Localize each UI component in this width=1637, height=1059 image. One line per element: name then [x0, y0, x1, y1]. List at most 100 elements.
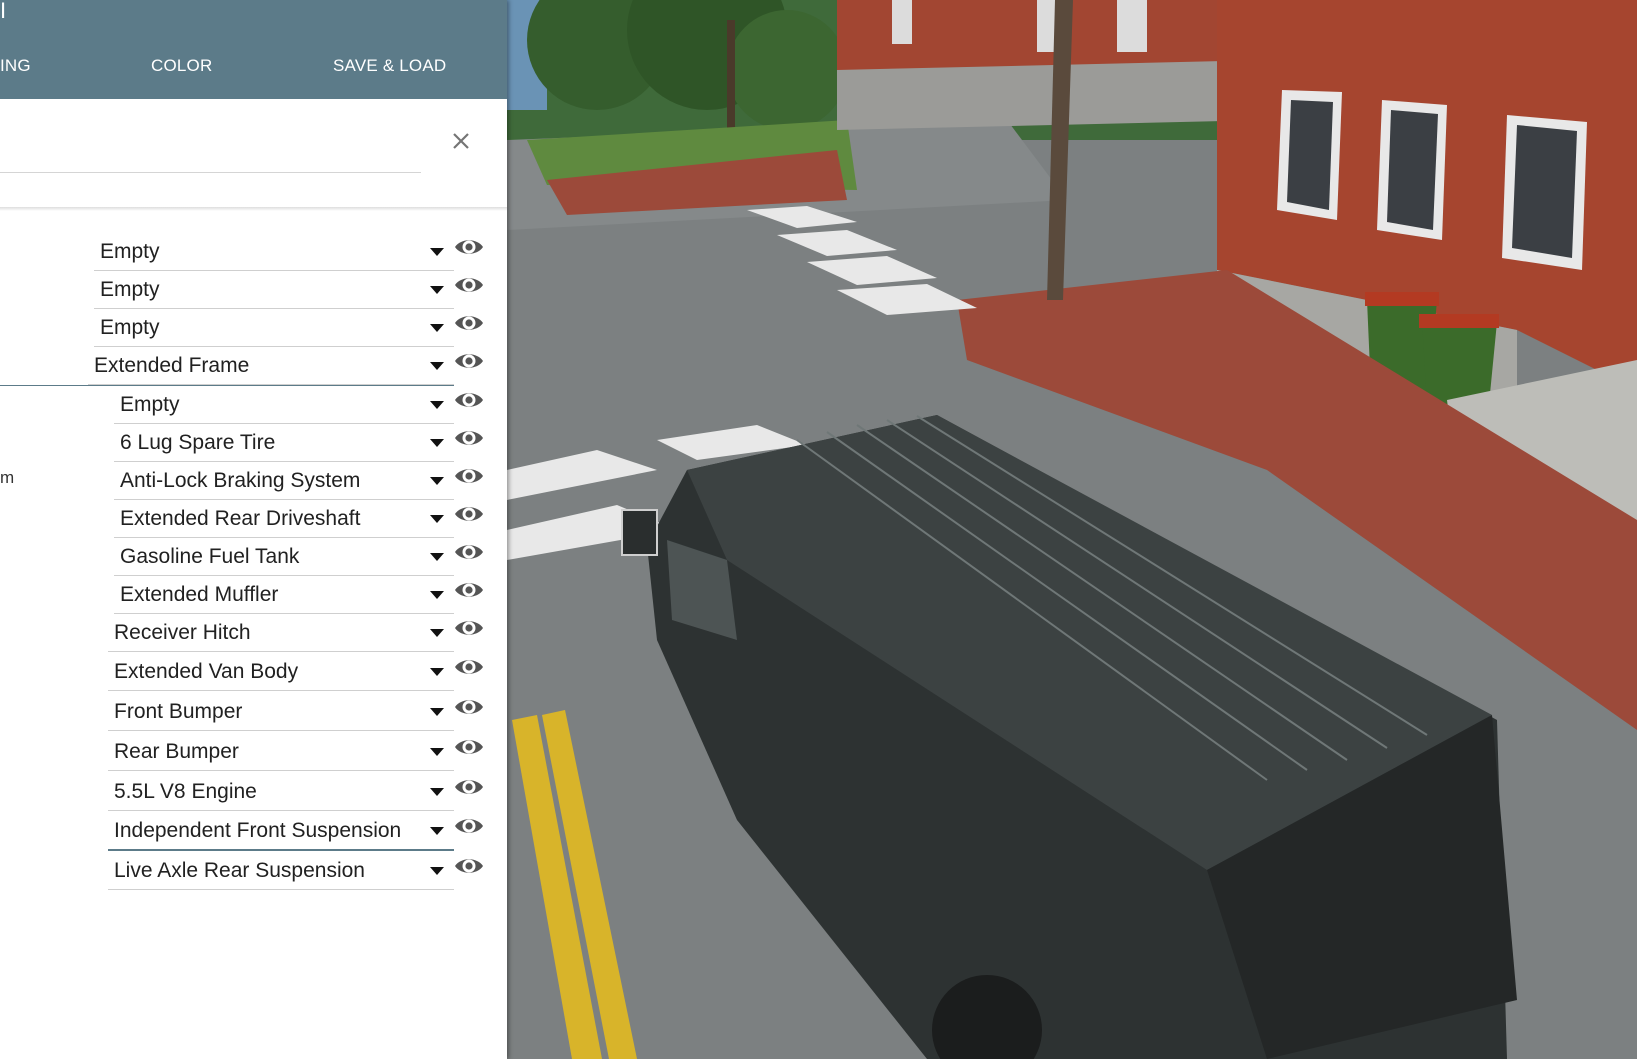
close-button[interactable] — [444, 124, 478, 158]
caret-down-icon — [430, 748, 444, 756]
slot-row: Live Axle Rear Suspension — [0, 853, 507, 893]
slot-row: Extended Rear Driveshaft — [0, 501, 507, 541]
tab-tuning[interactable]: ING — [0, 56, 31, 76]
slot-row: Independent Front Suspension — [0, 813, 507, 853]
part-select-dropdown[interactable]: Live Axle Rear Suspension — [108, 853, 454, 890]
caret-down-icon — [430, 668, 444, 676]
eye-icon[interactable] — [454, 427, 484, 449]
part-select-value: 5.5L V8 Engine — [114, 780, 257, 803]
part-select-value: Extended Rear Driveshaft — [120, 507, 361, 530]
panel-header: I ING COLOR SAVE & LOAD — [0, 0, 507, 99]
part-select-dropdown[interactable]: Extended Muffler — [114, 577, 454, 614]
eye-icon[interactable] — [454, 736, 484, 758]
caret-down-icon — [430, 286, 444, 294]
part-select-value: Anti-Lock Braking System — [120, 469, 361, 492]
part-select-value: Independent Front Suspension — [114, 819, 402, 842]
part-select-value: Gasoline Fuel Tank — [120, 545, 300, 568]
slot-row: Empty — [0, 310, 507, 350]
caret-down-icon — [430, 867, 444, 875]
search-input[interactable] — [0, 120, 421, 172]
part-select-dropdown[interactable]: 6 Lug Spare Tire — [114, 425, 454, 462]
part-select-value: Front Bumper — [114, 700, 243, 723]
eye-icon[interactable] — [454, 503, 484, 525]
part-select-dropdown[interactable]: Independent Front Suspension — [108, 813, 454, 851]
parts-config-panel: I ING COLOR SAVE & LOAD Empty Empty Empty E… — [0, 0, 507, 1059]
caret-down-icon — [430, 515, 444, 523]
part-select-value: Empty — [120, 393, 180, 416]
tab-color[interactable]: COLOR — [151, 56, 212, 76]
slot-row: Extended Muffler — [0, 577, 507, 617]
part-select-dropdown[interactable]: Receiver Hitch — [108, 615, 454, 652]
street-scene-image — [507, 0, 1637, 1059]
caret-down-icon — [430, 401, 444, 409]
close-icon — [453, 133, 469, 149]
caret-down-icon — [430, 788, 444, 796]
part-select-dropdown[interactable]: Anti-Lock Braking System — [114, 463, 454, 500]
caret-down-icon — [430, 553, 444, 561]
part-select-value: 6 Lug Spare Tire — [120, 431, 276, 454]
part-select-value: Empty — [100, 278, 160, 301]
caret-down-icon — [430, 439, 444, 447]
slot-row: Front Bumper — [0, 694, 507, 734]
eye-icon[interactable] — [454, 541, 484, 563]
part-select-value: Receiver Hitch — [114, 621, 251, 644]
part-select-value: Live Axle Rear Suspension — [114, 859, 365, 882]
eye-icon[interactable] — [454, 815, 484, 837]
part-select-dropdown[interactable]: Extended Van Body — [108, 654, 454, 691]
part-select-dropdown[interactable]: Empty — [94, 272, 454, 309]
eye-icon[interactable] — [454, 465, 484, 487]
slot-row: Empty — [0, 234, 507, 274]
part-select-dropdown[interactable]: Rear Bumper — [108, 734, 454, 771]
slot-label: m — [0, 468, 15, 487]
slot-row: 5.5L V8 Engine — [0, 774, 507, 814]
eye-icon[interactable] — [454, 312, 484, 334]
slot-row: Rear Bumper — [0, 734, 507, 774]
caret-down-icon — [430, 324, 444, 332]
part-select-value: Extended Van Body — [114, 660, 299, 683]
caret-down-icon — [430, 591, 444, 599]
part-select-dropdown[interactable]: Extended Rear Driveshaft — [114, 501, 454, 538]
caret-down-icon — [430, 248, 444, 256]
caret-down-icon — [430, 362, 444, 370]
part-select-value: Extended Muffler — [120, 583, 279, 606]
caret-down-icon — [430, 477, 444, 485]
part-select-dropdown[interactable]: Extended Frame — [88, 348, 454, 385]
eye-icon[interactable] — [454, 350, 484, 372]
part-select-value: Extended Frame — [94, 354, 250, 377]
eye-icon[interactable] — [454, 776, 484, 798]
slot-row: Receiver Hitch — [0, 615, 507, 655]
caret-down-icon — [430, 629, 444, 637]
slot-row: Empty — [0, 272, 507, 312]
part-select-dropdown[interactable]: Front Bumper — [108, 694, 454, 731]
part-select-value: Empty — [100, 240, 160, 263]
part-select-dropdown[interactable]: Gasoline Fuel Tank — [114, 539, 454, 576]
part-select-value: Empty — [100, 316, 160, 339]
eye-icon[interactable] — [454, 579, 484, 601]
eye-icon[interactable] — [454, 389, 484, 411]
eye-icon[interactable] — [454, 656, 484, 678]
divider — [0, 207, 507, 211]
eye-icon[interactable] — [454, 236, 484, 258]
slot-row: 6 Lug Spare Tire — [0, 425, 507, 465]
part-select-dropdown[interactable]: Empty — [94, 310, 454, 347]
slot-row: Extended Van Body — [0, 654, 507, 694]
slot-row: Extended Frame — [0, 348, 507, 388]
eye-icon[interactable] — [454, 696, 484, 718]
slot-row: Empty — [0, 387, 507, 427]
eye-icon[interactable] — [454, 617, 484, 639]
slot-row: Gasoline Fuel Tank — [0, 539, 507, 579]
slot-row: m Anti-Lock Braking System — [0, 463, 507, 503]
tab-save-load[interactable]: SAVE & LOAD — [333, 56, 446, 76]
caret-down-icon — [430, 827, 444, 835]
part-select-dropdown[interactable]: Empty — [114, 387, 454, 424]
part-select-dropdown[interactable]: Empty — [94, 234, 454, 271]
caret-down-icon — [430, 708, 444, 716]
part-select-value: Rear Bumper — [114, 740, 239, 763]
frame-section-divider — [0, 385, 454, 386]
eye-icon[interactable] — [454, 855, 484, 877]
game-viewport — [507, 0, 1637, 1059]
part-select-dropdown[interactable]: 5.5L V8 Engine — [108, 774, 454, 811]
eye-icon[interactable] — [454, 274, 484, 296]
panel-title: I — [0, 0, 7, 23]
search-underline — [0, 172, 421, 173]
